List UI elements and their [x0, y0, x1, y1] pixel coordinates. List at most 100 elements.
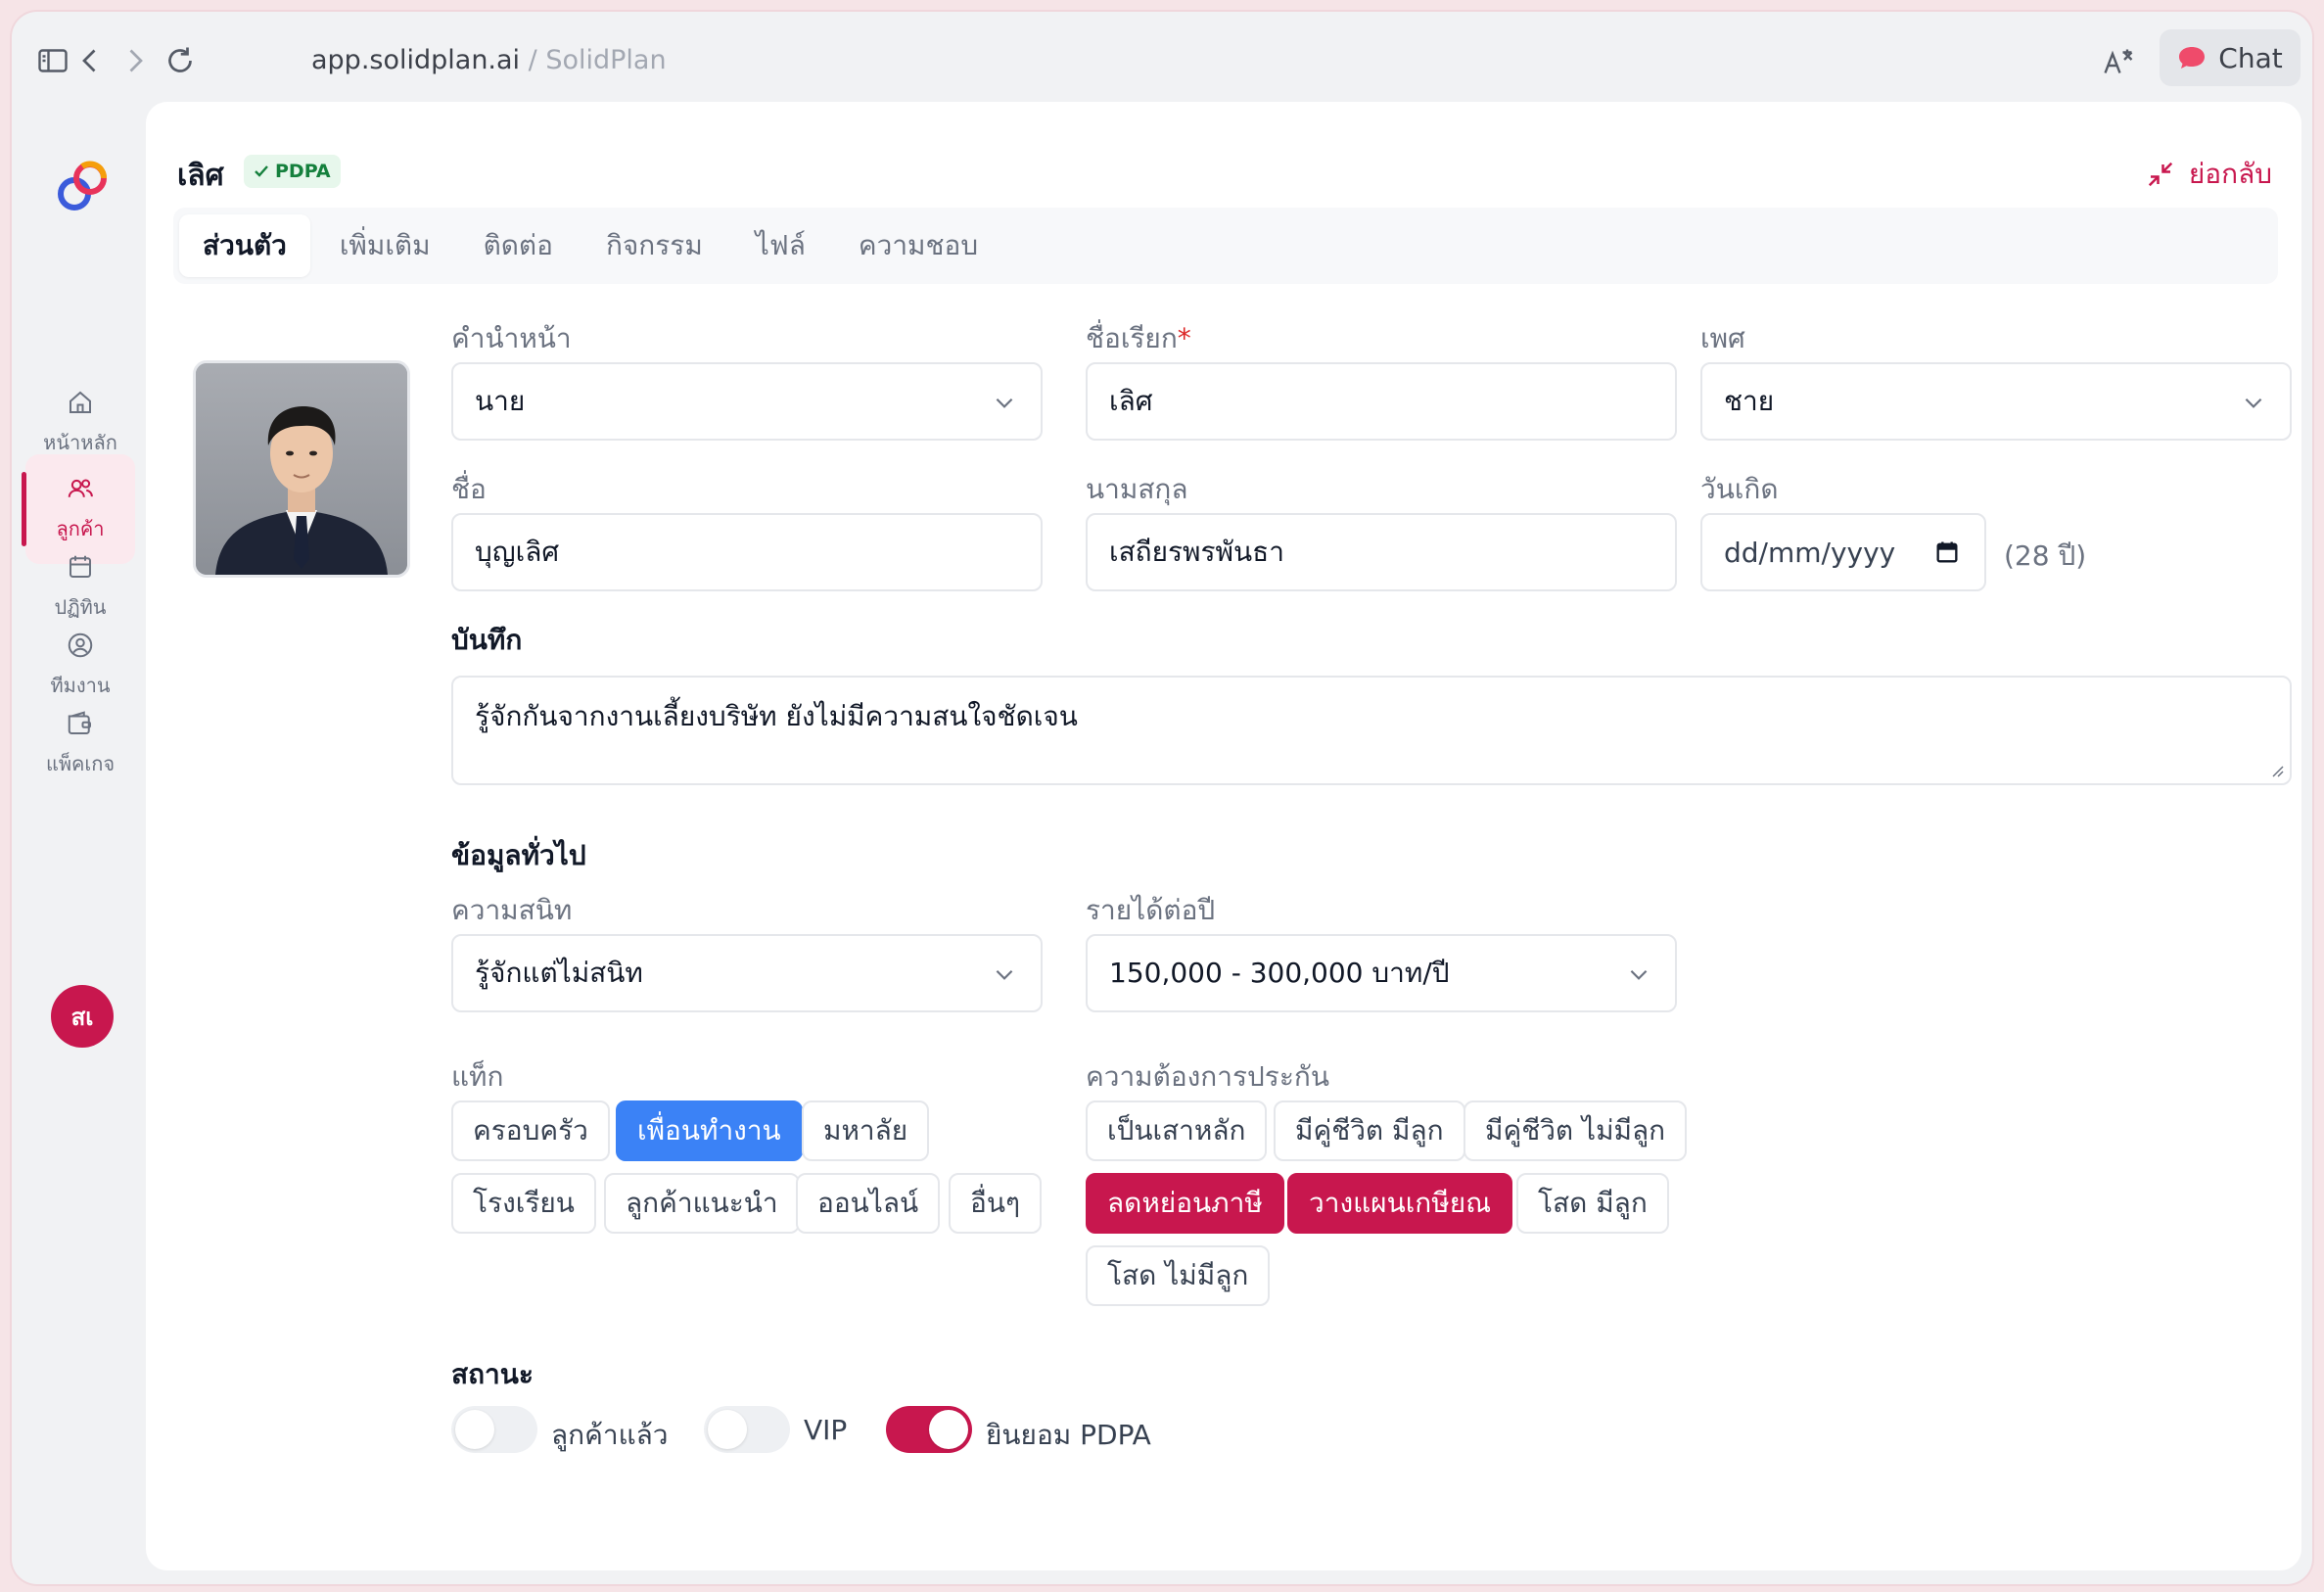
note-label: บันทึก [451, 624, 523, 656]
prefix-label: คำนำหน้า [451, 322, 572, 354]
tags-label: แท็ก [451, 1060, 504, 1093]
customer-name-heading: เลิศ [177, 159, 224, 193]
first-name-label: ชื่อ [451, 473, 487, 505]
sidebar-item-label: แพ็คเกจ [45, 752, 116, 775]
chevron-down-icon [996, 398, 1013, 408]
tab-additional[interactable]: เพิ่มเติม [316, 214, 454, 277]
vip-toggle-label: VIP [804, 1414, 848, 1446]
chat-label: Chat [2218, 41, 2283, 74]
birthday-value: dd/mm/yyyy [1724, 536, 1896, 569]
collapse-icon [2148, 162, 2173, 187]
nickname-value: เลิศ [1109, 385, 1153, 417]
general-info-title: ข้อมูลทั่วไป [451, 839, 586, 871]
tab-personal[interactable]: ส่วนตัว [179, 214, 310, 277]
toggle-knob [929, 1410, 968, 1449]
profile-tabs: ส่วนตัว เพิ่มเติม ติดต่อ กิจกรรม ไฟล์ คว… [173, 208, 2278, 284]
closeness-label: ความสนิท [451, 894, 573, 926]
tag-chip[interactable]: ลูกค้าแนะนำ [604, 1173, 800, 1234]
translate-icon[interactable] [2101, 45, 2140, 84]
sidebar-toggle-icon[interactable] [35, 43, 70, 78]
tag-chip[interactable]: ออนไลน์ [796, 1173, 941, 1234]
last-name-value: เสถียรพรพันธา [1109, 536, 1284, 568]
chevron-down-icon [2245, 398, 2262, 408]
back-icon[interactable] [72, 43, 108, 78]
tab-contact[interactable]: ติดต่อ [460, 214, 577, 277]
tab-preferences[interactable]: ความชอบ [835, 214, 1001, 277]
gender-value: ชาย [1724, 385, 1775, 417]
calendar-icon [70, 555, 91, 578]
prefix-value: นาย [475, 385, 526, 417]
nickname-input[interactable]: เลิศ [1086, 362, 1677, 441]
last-name-input[interactable]: เสถียรพรพันธา [1086, 513, 1677, 591]
solidplan-logo [58, 161, 107, 211]
age-text: (28 ปี) [2004, 539, 2087, 572]
first-name-input[interactable]: บุญเลิศ [451, 513, 1043, 591]
tag-chip[interactable]: มหาลัย [802, 1100, 930, 1161]
chevron-down-icon [996, 969, 1013, 980]
need-chip[interactable]: โสด ไม่มีลูก [1086, 1245, 1271, 1306]
resize-handle-icon[interactable] [2268, 762, 2284, 777]
tab-files[interactable]: ไฟล์ [732, 214, 829, 277]
url-text: app.solidplan.ai [311, 45, 521, 75]
tag-chip[interactable]: อื่นๆ [949, 1173, 1042, 1234]
customer-toggle-label: ลูกค้าแล้ว [551, 1419, 669, 1451]
collapse-label: ย่อกลับ [2188, 158, 2272, 190]
birthday-label: วันเกิด [1700, 473, 1779, 505]
pdpa-badge-label: PDPA [275, 161, 331, 182]
need-chip-selected[interactable]: ลดหย่อนภาษี [1086, 1173, 1284, 1234]
toggle-knob [708, 1410, 747, 1449]
income-label: รายได้ต่อปี [1086, 894, 1216, 926]
collapse-button[interactable]: ย่อกลับ [2146, 153, 2272, 196]
vip-toggle[interactable] [704, 1406, 790, 1453]
forward-icon[interactable] [117, 43, 153, 78]
last-name-label: นามสกุล [1086, 473, 1188, 505]
tag-chip[interactable]: โรงเรียน [451, 1173, 596, 1234]
closeness-select[interactable]: รู้จักแต่ไม่สนิท [451, 934, 1043, 1012]
home-icon [70, 391, 91, 413]
need-chip-selected[interactable]: วางแผนเกษียณ [1287, 1173, 1513, 1234]
url-separator: / [520, 45, 546, 75]
need-chip[interactable]: โสด มีลูก [1516, 1173, 1669, 1234]
page-title-text: SolidPlan [545, 45, 667, 75]
browser-toolbar: app.solidplan.ai / SolidPlan Chat [12, 12, 2312, 98]
tag-chip-selected[interactable]: เพื่อนทำงาน [616, 1100, 803, 1161]
chat-bubble-icon [2179, 47, 2206, 69]
tab-activity[interactable]: กิจกรรม [582, 214, 726, 277]
income-select[interactable]: 150,000 - 300,000 บาท/ปี [1086, 934, 1677, 1012]
nickname-label-text: ชื่อเรียก [1086, 322, 1178, 354]
pdpa-consent-toggle-label: ยินยอม PDPA [986, 1419, 1151, 1451]
note-textarea[interactable]: รู้จักกันจากงานเลี้ยงบริษัท ยังไม่มีความ… [451, 676, 2292, 785]
customer-detail-card: เลิศ PDPA ย่อกลับ ส่วนตัว เพิ่มเติม ติดต… [146, 102, 2301, 1570]
first-name-value: บุญเลิศ [475, 536, 560, 568]
browser-window: app.solidplan.ai / SolidPlan Chat หน้าหล… [12, 12, 2312, 1584]
insurance-needs-label: ความต้องการประกัน [1086, 1060, 1329, 1093]
address-bar[interactable]: app.solidplan.ai / SolidPlan [311, 45, 667, 75]
prefix-select[interactable]: นาย [451, 362, 1043, 441]
status-title: สถานะ [451, 1358, 534, 1390]
toggle-knob [455, 1410, 494, 1449]
sidebar-item-packages[interactable]: แพ็คเกจ [25, 689, 135, 799]
chevron-down-icon [1630, 969, 1648, 980]
reload-icon[interactable] [163, 43, 198, 78]
closeness-value: รู้จักแต่ไม่สนิท [475, 957, 643, 989]
chat-button[interactable]: Chat [2160, 29, 2301, 86]
users-icon [68, 479, 93, 497]
gender-select[interactable]: ชาย [1700, 362, 2292, 441]
gender-label: เพศ [1700, 322, 1745, 354]
birthday-input[interactable]: dd/mm/yyyy [1700, 513, 1986, 591]
user-avatar[interactable]: สเ [51, 985, 114, 1048]
need-chip[interactable]: มีคู่ชีวิต ไม่มีลูก [1464, 1100, 1688, 1161]
customer-toggle[interactable] [451, 1406, 537, 1453]
user-circle-icon [68, 632, 93, 658]
income-value: 150,000 - 300,000 บาท/ปี [1109, 957, 1450, 989]
person-portrait [196, 363, 407, 575]
calendar-picker-icon[interactable] [1933, 538, 1961, 566]
check-icon [255, 165, 268, 177]
app-sidebar: หน้าหลัก ลูกค้า ปฏิทิน ทีมงาน แพ็คเกจ สเ [12, 98, 146, 1584]
pdpa-consent-toggle[interactable] [886, 1406, 972, 1453]
need-chip[interactable]: เป็นเสาหลัก [1086, 1100, 1268, 1161]
required-mark: * [1177, 322, 1191, 354]
need-chip[interactable]: มีคู่ชีวิต มีลูก [1274, 1100, 1465, 1161]
profile-photo[interactable] [193, 360, 410, 578]
tag-chip[interactable]: ครอบครัว [451, 1100, 610, 1161]
